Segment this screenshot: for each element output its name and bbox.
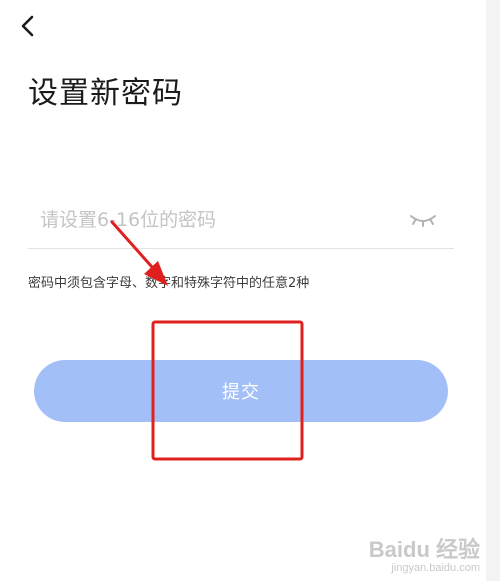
password-input[interactable] (40, 200, 380, 240)
submit-button[interactable]: 提交 (34, 360, 448, 422)
chevron-left-icon (21, 15, 34, 37)
back-button[interactable] (10, 8, 46, 44)
watermark-url: jingyan.baidu.com (391, 562, 480, 574)
screen-edge (486, 0, 500, 581)
page-title: 设置新密码 (28, 76, 183, 111)
password-field-row (28, 196, 454, 249)
password-rule-hint: 密码中须包含字母、数字和特殊字符中的任意2种 (28, 276, 310, 291)
password-visibility-toggle[interactable] (406, 208, 440, 232)
eye-closed-icon (410, 215, 436, 227)
watermark-logo: Baidu 经验 (368, 537, 480, 562)
baidu-jingyan-watermark: Baidu 经验 jingyan.baidu.com (369, 538, 480, 575)
